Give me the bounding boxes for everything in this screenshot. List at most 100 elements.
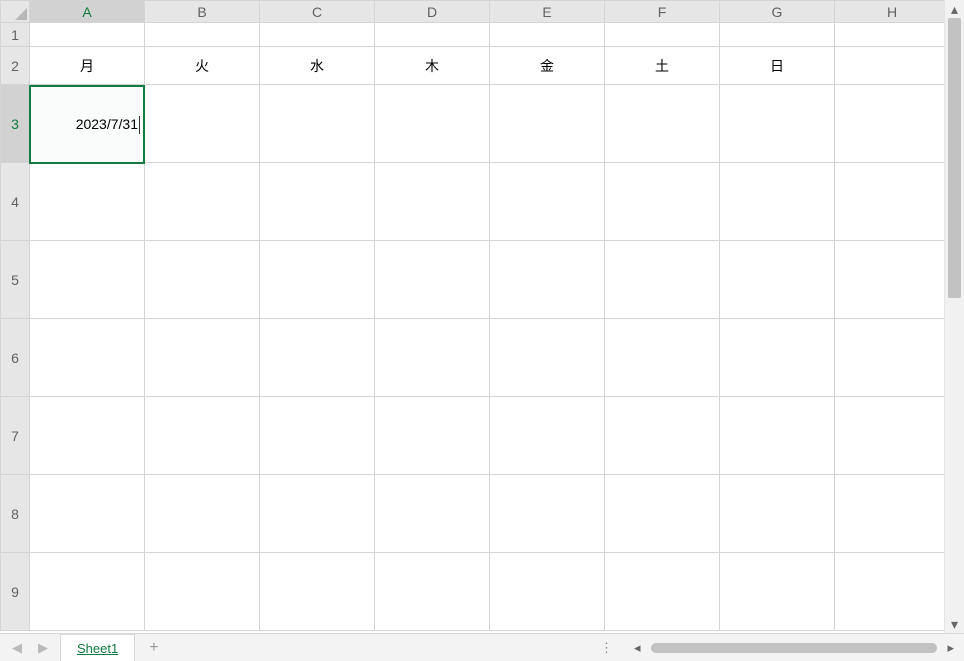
tab-nav-prev-icon[interactable]: ◀ [12,640,22,656]
tab-nav-next-icon[interactable]: ▶ [38,640,48,656]
vertical-scrollbar[interactable]: ▴ ▾ [944,0,964,633]
cell-H2[interactable] [835,47,945,85]
cell-D9[interactable] [375,553,490,631]
sheet-tab-active[interactable]: Sheet1 [60,634,135,661]
cell-E8[interactable] [490,475,605,553]
cell-D2[interactable]: 木 [375,47,490,85]
cell-B2[interactable]: 火 [145,47,260,85]
row-header-9[interactable]: 9 [1,553,30,631]
tab-options-icon[interactable]: ⋮ [590,640,624,656]
cell-E3[interactable] [490,85,605,163]
cell-A2[interactable]: 月 [30,47,145,85]
cell-A8[interactable] [30,475,145,553]
cell-A9[interactable] [30,553,145,631]
cell-A7[interactable] [30,397,145,475]
cell-A3[interactable]: 2023/7/31 [30,85,145,163]
col-header-C[interactable]: C [260,1,375,23]
cell-H9[interactable] [835,553,945,631]
cell-H6[interactable] [835,319,945,397]
cell-E9[interactable] [490,553,605,631]
col-header-H[interactable]: H [835,1,945,23]
cell-F9[interactable] [605,553,720,631]
cell-G2[interactable]: 日 [720,47,835,85]
scroll-left-icon[interactable]: ◂ [630,640,645,656]
cell-G6[interactable] [720,319,835,397]
cell-H4[interactable] [835,163,945,241]
cell-G4[interactable] [720,163,835,241]
cell-E4[interactable] [490,163,605,241]
horizontal-scrollbar[interactable]: ◂ ▸ [624,634,964,661]
row-header-7[interactable]: 7 [1,397,30,475]
cell-D4[interactable] [375,163,490,241]
cell-A6[interactable] [30,319,145,397]
col-header-E[interactable]: E [490,1,605,23]
cell-F7[interactable] [605,397,720,475]
cell-F5[interactable] [605,241,720,319]
cell-H1[interactable] [835,23,945,47]
col-header-B[interactable]: B [145,1,260,23]
cell-F3[interactable] [605,85,720,163]
cell-F6[interactable] [605,319,720,397]
cell-D7[interactable] [375,397,490,475]
cell-H3[interactable] [835,85,945,163]
cell-G5[interactable] [720,241,835,319]
cell-B4[interactable] [145,163,260,241]
horizontal-scroll-thumb[interactable] [651,643,938,653]
cell-A4[interactable] [30,163,145,241]
cell-D8[interactable] [375,475,490,553]
cell-E5[interactable] [490,241,605,319]
cell-E1[interactable] [490,23,605,47]
cell-B5[interactable] [145,241,260,319]
cell-B9[interactable] [145,553,260,631]
scroll-down-icon[interactable]: ▾ [945,615,964,633]
cell-C7[interactable] [260,397,375,475]
cell-H8[interactable] [835,475,945,553]
col-header-F[interactable]: F [605,1,720,23]
cell-G8[interactable] [720,475,835,553]
row-header-5[interactable]: 5 [1,241,30,319]
cell-H7[interactable] [835,397,945,475]
row-header-1[interactable]: 1 [1,23,30,47]
row-header-6[interactable]: 6 [1,319,30,397]
cell-F1[interactable] [605,23,720,47]
new-sheet-button[interactable]: + [135,639,172,657]
cell-G7[interactable] [720,397,835,475]
cell-E2[interactable]: 金 [490,47,605,85]
cell-E7[interactable] [490,397,605,475]
cell-C2[interactable]: 水 [260,47,375,85]
cell-F8[interactable] [605,475,720,553]
cell-B3[interactable] [145,85,260,163]
select-all-corner[interactable] [1,1,30,23]
cell-F2[interactable]: 土 [605,47,720,85]
row-header-2[interactable]: 2 [1,47,30,85]
cell-C9[interactable] [260,553,375,631]
cell-G1[interactable] [720,23,835,47]
cell-D1[interactable] [375,23,490,47]
cell-B6[interactable] [145,319,260,397]
row-header-4[interactable]: 4 [1,163,30,241]
col-header-G[interactable]: G [720,1,835,23]
scroll-up-icon[interactable]: ▴ [945,0,964,18]
cell-C5[interactable] [260,241,375,319]
cell-D6[interactable] [375,319,490,397]
cell-D3[interactable] [375,85,490,163]
col-header-D[interactable]: D [375,1,490,23]
row-header-8[interactable]: 8 [1,475,30,553]
spreadsheet-grid[interactable]: A B C D E F G H 1 2 [0,0,944,633]
cell-A5[interactable] [30,241,145,319]
vertical-scroll-thumb[interactable] [948,18,961,298]
cell-B1[interactable] [145,23,260,47]
cell-B8[interactable] [145,475,260,553]
cell-H5[interactable] [835,241,945,319]
col-header-A[interactable]: A [30,1,145,23]
row-header-3[interactable]: 3 [1,85,30,163]
cell-D5[interactable] [375,241,490,319]
scroll-right-icon[interactable]: ▸ [943,640,958,656]
cell-F4[interactable] [605,163,720,241]
cell-C1[interactable] [260,23,375,47]
cell-C8[interactable] [260,475,375,553]
cell-G9[interactable] [720,553,835,631]
cell-C6[interactable] [260,319,375,397]
cell-C3[interactable] [260,85,375,163]
cell-B7[interactable] [145,397,260,475]
